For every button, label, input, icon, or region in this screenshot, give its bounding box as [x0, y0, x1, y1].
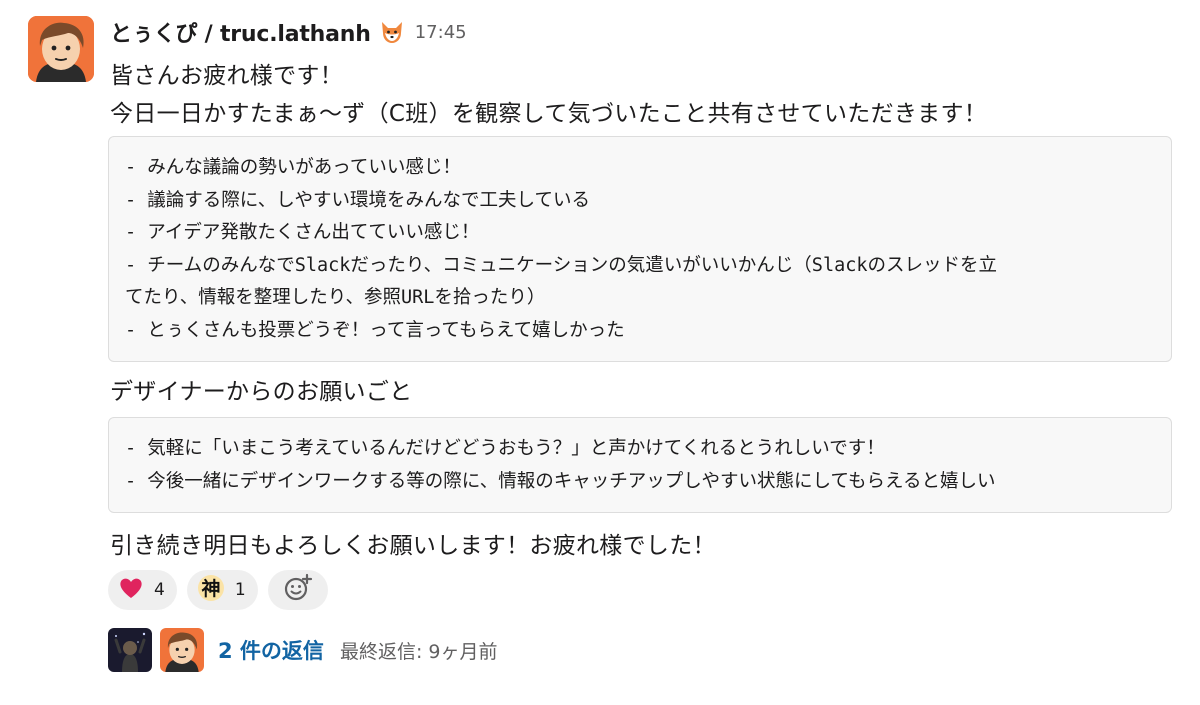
code-line: - 今後一緒にデザインワークする等の際に、情報のキャッチアップしやすい状態にして… — [125, 470, 996, 492]
code-line: - とぅくさんも投票どうぞ！って言ってもらえて嬉しかった — [125, 319, 625, 341]
code-line: - 気軽に「いまこう考えているんだけどどうおもう？」と声かけてくれるとうれしいで… — [125, 438, 885, 459]
avatar-illustration — [28, 16, 94, 82]
message-line: 皆さんお疲れ様です！ — [110, 63, 343, 89]
section-heading: デザイナーからのお願いごと — [110, 379, 413, 405]
reply-count-link[interactable]: 2 件の返信 — [218, 635, 324, 665]
username[interactable]: とぅくぴ / truc.lathanh — [110, 16, 371, 48]
add-emoji-icon — [283, 573, 313, 607]
closing-line: 引き続き明日もよろしくお願いします！お疲れ様でした！ — [110, 533, 716, 559]
reaction-kami[interactable]: 神 1 — [186, 570, 258, 610]
code-block: - みんな議論の勢いがあっていい感じ！ - 議論する際に、しやすい環境をみんなで… — [108, 136, 1172, 362]
avatar-illustration — [160, 628, 204, 672]
add-reaction-button[interactable] — [267, 570, 328, 610]
code-block: - 気軽に「いまこう考えているんだけどどうおもう？」と声かけてくれるとうれしいで… — [108, 417, 1172, 513]
message-timestamp[interactable]: 17:45 — [415, 22, 467, 43]
reaction-count: 4 — [154, 580, 165, 600]
user-avatar[interactable] — [28, 16, 94, 82]
reaction-heart[interactable]: 4 — [108, 570, 177, 610]
code-line: - 議論する際に、しやすい環境をみんなで工夫している — [125, 189, 590, 211]
reactions-bar: 4 神 1 — [108, 570, 328, 610]
dark-photo-avatar — [108, 628, 152, 672]
reaction-count: 1 — [234, 580, 246, 600]
code-line: - アイデア発散たくさん出てていい感じ！ — [125, 222, 480, 243]
reply-avatar[interactable] — [108, 628, 152, 672]
reply-avatar[interactable] — [160, 628, 204, 672]
code-line: てたり、情報を整理したり、参照URLを拾ったり） — [125, 287, 546, 308]
heart-icon — [118, 576, 144, 604]
last-reply-time: 最終返信: 9ヶ月前 — [339, 640, 498, 663]
code-line: - チームのみんなでSlackだったり、コミュニケーションの気遣いがいいかんじ（… — [125, 254, 997, 276]
code-line: - みんな議論の勢いがあっていい感じ！ — [125, 157, 461, 178]
message-line: 今日一日かすたまぁ〜ず（C班）を観察して気づいたこと共有させていただきます！ — [110, 101, 988, 127]
svg-text:神: 神 — [201, 577, 220, 600]
message-header: とぅくぴ / truc.lathanh 17:45 — [110, 16, 467, 48]
kami-kanji-icon: 神 — [197, 574, 225, 606]
fox-face-icon — [379, 19, 405, 45]
thread-replies[interactable]: 2 件の返信 最終返信: 9ヶ月前 — [108, 628, 497, 672]
